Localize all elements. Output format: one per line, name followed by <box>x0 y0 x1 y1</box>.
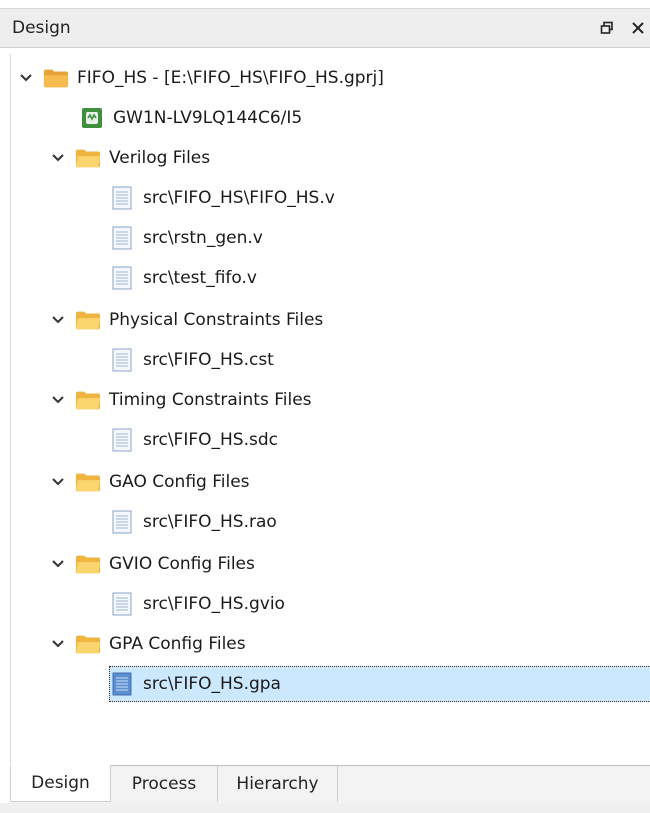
tree-file-item[interactable]: src\FIFO_HS.rao <box>109 504 277 540</box>
tree-group-gvio-config[interactable]: GVIO Config Files <box>49 546 255 582</box>
collapse-project-toggle[interactable] <box>17 69 35 87</box>
project-folder-icon <box>43 66 69 90</box>
chevron-down-icon <box>52 640 64 648</box>
folder-icon <box>75 146 101 170</box>
file-label: src\FIFO_HS.cst <box>143 350 274 370</box>
folder-icon <box>75 308 101 332</box>
close-panel-button[interactable] <box>627 17 649 39</box>
tree-file-item[interactable]: src\FIFO_HS.cst <box>109 342 274 378</box>
project-label: FIFO_HS - [E:\FIFO_HS\FIFO_HS.gprj] <box>77 68 384 88</box>
tree-file-item[interactable]: src\test_fifo.v <box>109 260 257 296</box>
collapse-group-toggle[interactable] <box>49 555 67 573</box>
file-icon <box>109 592 135 616</box>
float-window-icon <box>600 21 613 34</box>
tree-group-gpa-config[interactable]: GPA Config Files <box>49 626 246 662</box>
file-label: src\rstn_gen.v <box>143 228 263 248</box>
float-window-button[interactable] <box>596 17 618 39</box>
tree-file-item[interactable]: src\FIFO_HS.sdc <box>109 422 278 458</box>
chevron-down-icon <box>52 316 64 324</box>
file-icon <box>109 348 135 372</box>
folder-icon <box>75 470 101 494</box>
collapse-group-toggle[interactable] <box>49 473 67 491</box>
chevron-down-icon <box>52 560 64 568</box>
chevron-down-icon <box>52 478 64 486</box>
tree-group-timing-constraints[interactable]: Timing Constraints Files <box>49 382 312 418</box>
file-icon <box>109 428 135 452</box>
project-tree: FIFO_HS - [E:\FIFO_HS\FIFO_HS.gprj] GW1N… <box>10 54 650 764</box>
folder-icon <box>75 388 101 412</box>
close-icon <box>632 22 644 34</box>
chevron-down-icon <box>52 154 64 162</box>
file-label: src\test_fifo.v <box>143 268 257 288</box>
collapse-group-toggle[interactable] <box>49 311 67 329</box>
group-label: GPA Config Files <box>109 634 246 654</box>
file-label: src\FIFO_HS.gpa <box>143 674 281 694</box>
file-icon <box>109 672 135 696</box>
design-panel: Design FIFO_HS - [E:\FIFO_HS\FIFO_HS.gpr… <box>0 0 650 813</box>
collapse-group-toggle[interactable] <box>49 391 67 409</box>
tree-group-verilog-files[interactable]: Verilog Files <box>49 140 210 176</box>
tree-file-item[interactable]: src\FIFO_HS\FIFO_HS.v <box>109 180 335 216</box>
tree-group-gao-config[interactable]: GAO Config Files <box>49 464 250 500</box>
chip-icon <box>79 106 105 130</box>
collapse-group-toggle[interactable] <box>49 149 67 167</box>
panel-tabs: Design Process Hierarchy <box>10 765 650 803</box>
device-label: GW1N-LV9LQ144C6/I5 <box>113 108 303 128</box>
group-label: Timing Constraints Files <box>109 390 312 410</box>
file-icon <box>109 510 135 534</box>
file-label: src\FIFO_HS.rao <box>143 512 277 532</box>
tree-file-item[interactable]: src\FIFO_HS.gvio <box>109 586 285 622</box>
file-label: src\FIFO_HS.sdc <box>143 430 278 450</box>
panel-header: Design <box>0 8 650 48</box>
file-label: src\FIFO_HS.gvio <box>143 594 285 614</box>
tab-hierarchy[interactable]: Hierarchy <box>218 766 338 802</box>
tab-process[interactable]: Process <box>111 766 218 802</box>
tree-file-item[interactable]: src\rstn_gen.v <box>109 220 263 256</box>
chevron-down-icon <box>52 396 64 404</box>
tree-item-device[interactable]: GW1N-LV9LQ144C6/I5 <box>79 100 302 136</box>
file-label: src\FIFO_HS\FIFO_HS.v <box>143 188 335 208</box>
bottom-strip <box>0 803 650 813</box>
group-label: Physical Constraints Files <box>109 310 324 330</box>
tab-design[interactable]: Design <box>10 765 111 802</box>
file-icon <box>109 226 135 250</box>
tree-file-item-selected[interactable]: src\FIFO_HS.gpa <box>109 666 650 702</box>
group-label: GAO Config Files <box>109 472 250 492</box>
file-icon <box>109 186 135 210</box>
tree-item-project[interactable]: FIFO_HS - [E:\FIFO_HS\FIFO_HS.gprj] <box>17 60 384 96</box>
group-label: Verilog Files <box>109 148 211 168</box>
panel-title: Design <box>12 18 71 38</box>
collapse-group-toggle[interactable] <box>49 635 67 653</box>
folder-icon <box>75 632 101 656</box>
folder-icon <box>75 552 101 576</box>
file-icon <box>109 266 135 290</box>
chevron-down-icon <box>20 74 32 82</box>
group-label: GVIO Config Files <box>109 554 255 574</box>
tree-group-physical-constraints[interactable]: Physical Constraints Files <box>49 302 323 338</box>
